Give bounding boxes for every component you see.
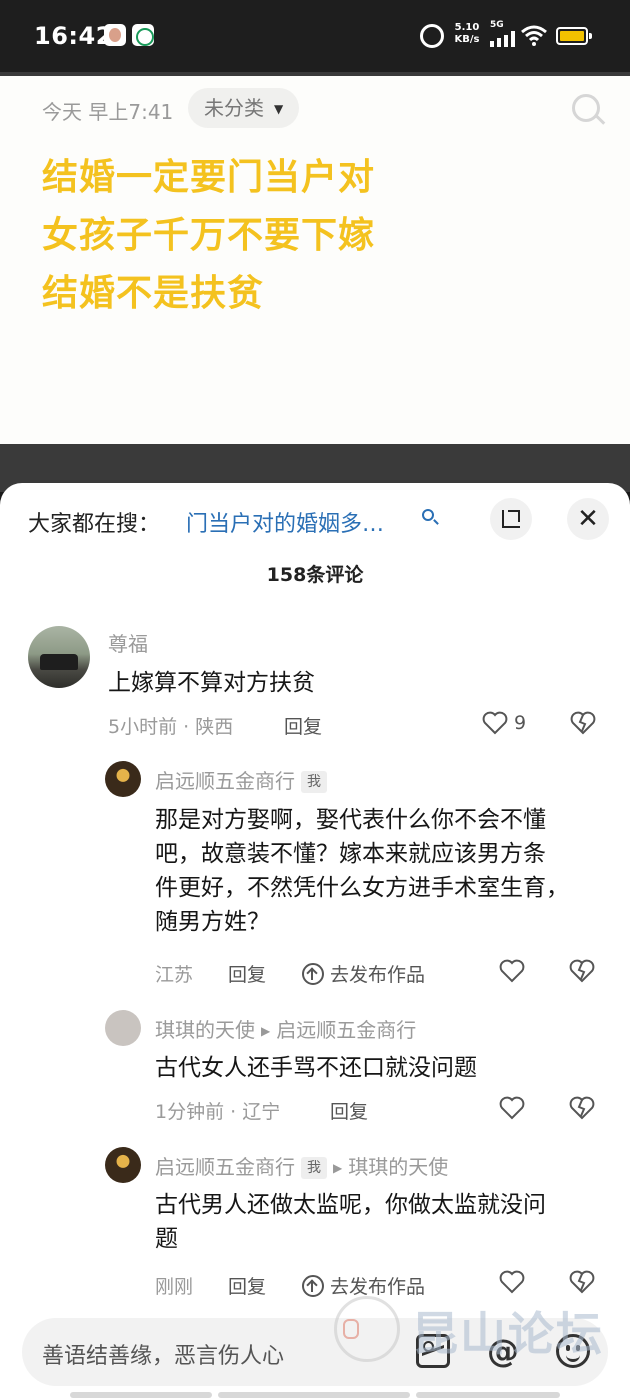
search-small-icon[interactable]	[422, 509, 434, 521]
expand-button[interactable]	[490, 498, 532, 540]
app-avatar-icon	[104, 24, 126, 46]
reply-username-text: 启远顺五金商行	[155, 1155, 295, 1179]
dislike-icon[interactable]	[569, 1096, 595, 1120]
reply-text-line: 那是对方娶啊，娶代表什么你不会不懂	[155, 807, 546, 833]
publish-label: 去发布作品	[330, 964, 426, 986]
dislike-icon[interactable]	[570, 711, 596, 735]
reply-text: 古代男人还做太监呢，你做太监就没问 题	[155, 1188, 615, 1256]
arrow-right-icon: ▶	[261, 1024, 271, 1038]
heart-icon[interactable]	[499, 959, 525, 983]
network-type: 5G	[490, 20, 504, 30]
signal-icon	[490, 31, 516, 47]
reply-to-username: 启远顺五金商行	[276, 1018, 417, 1042]
wifi-icon	[520, 24, 548, 52]
reply-to-username: 琪琪的天使	[348, 1155, 449, 1179]
status-bar: 16:42 5.10 KB/s 5G	[0, 0, 630, 72]
reply-username-text: 琪琪的天使	[155, 1018, 255, 1042]
heart-icon[interactable]	[499, 1270, 525, 1294]
reply-username-text: 启远顺五金商行	[155, 769, 295, 793]
comment-meta: 5小时前 · 陕西	[108, 716, 234, 738]
reply-username[interactable]: 启远顺五金商行我 ▶ 琪琪的天使	[155, 1151, 448, 1180]
note-card[interactable]	[0, 76, 630, 444]
search-icon[interactable]	[572, 94, 602, 124]
publish-button[interactable]: 去发布作品	[302, 960, 425, 987]
network-speed-value: 5.10	[454, 22, 480, 33]
reply-button[interactable]: 回复	[284, 712, 322, 739]
status-time: 16:42	[34, 22, 113, 50]
upload-icon	[302, 1275, 324, 1297]
battery-icon	[556, 27, 592, 45]
reply-text-line: 吧，故意装不懂？嫁本来就应该男方条	[155, 841, 546, 867]
note-line-1: 结婚一定要门当户对	[42, 157, 376, 198]
me-tag: 我	[301, 771, 327, 793]
note-category-label: 未分类	[204, 96, 264, 120]
reply-meta: 1分钟前 · 辽宁	[155, 1101, 281, 1123]
nav-handle	[70, 1392, 212, 1398]
publish-label: 去发布作品	[330, 1276, 426, 1298]
upload-icon	[302, 963, 324, 985]
comment-username[interactable]: 尊福	[108, 628, 148, 657]
reply-username[interactable]: 琪琪的天使 ▶ 启远顺五金商行	[155, 1014, 416, 1043]
reply-button[interactable]: 回复	[228, 1272, 266, 1299]
app-green-icon	[132, 24, 154, 46]
reply-username[interactable]: 启远顺五金商行我	[155, 765, 327, 794]
hot-search-label: 大家都在搜：	[28, 512, 161, 537]
comment-input-placeholder[interactable]: 善语结善缘，恶言伤人心	[42, 1338, 284, 1370]
caret-down-icon: ▼	[274, 102, 284, 116]
reply-text-line: 随男方姓？	[155, 909, 270, 935]
comment-count: 158条评论	[266, 564, 364, 586]
reply-text-line: 题	[155, 1226, 178, 1252]
dislike-icon[interactable]	[569, 1270, 595, 1294]
alarm-icon	[420, 24, 444, 48]
reply-meta: 江苏	[155, 964, 194, 986]
heart-icon[interactable]	[482, 711, 508, 735]
arrow-right-icon: ▶	[333, 1161, 343, 1175]
note-line-3: 结婚不是扶贫	[42, 273, 265, 314]
comment-sheet	[0, 483, 630, 1400]
reply-text: 那是对方娶啊，娶代表什么你不会不懂 吧，故意装不懂？嫁本来就应该男方条 件更好，…	[155, 803, 615, 939]
reply-text-line: 件更好，不然凭什么女方进手术室生育，	[155, 875, 569, 901]
avatar[interactable]	[105, 761, 141, 797]
watermark-text: 昆山论坛	[412, 1307, 604, 1361]
network-speed-unit: KB/s	[454, 34, 480, 45]
nav-handle	[416, 1392, 560, 1398]
reply-meta: 刚刚	[155, 1276, 194, 1298]
avatar[interactable]	[105, 1147, 141, 1183]
reply-button[interactable]: 回复	[228, 960, 266, 987]
me-tag: 我	[301, 1157, 327, 1179]
note-line-2: 女孩子千万不要下嫁	[42, 215, 376, 256]
comment-text: 上嫁算不算对方扶贫	[108, 670, 315, 696]
close-button[interactable]: ✕	[567, 498, 609, 540]
nav-handle	[218, 1392, 410, 1398]
watermark-seal-icon	[334, 1296, 400, 1362]
hot-search-link[interactable]: 门当户对的婚姻多…	[186, 506, 384, 538]
publish-button[interactable]: 去发布作品	[302, 1272, 425, 1299]
dislike-icon[interactable]	[569, 959, 595, 983]
avatar[interactable]	[105, 1010, 141, 1046]
note-date: 今天 早上7:41	[42, 100, 174, 124]
avatar[interactable]	[28, 626, 90, 688]
reply-button[interactable]: 回复	[330, 1097, 368, 1124]
heart-icon[interactable]	[499, 1096, 525, 1120]
close-icon: ✕	[577, 504, 599, 534]
reply-text-line: 古代男人还做太监呢，你做太监就没问	[155, 1192, 546, 1218]
note-category-dropdown[interactable]: 未分类 ▼	[188, 88, 300, 128]
reply-text: 古代女人还手骂不还口就没问题	[155, 1055, 477, 1081]
like-count: 9	[514, 712, 527, 734]
network-speed: 5.10 KB/s	[452, 22, 482, 46]
